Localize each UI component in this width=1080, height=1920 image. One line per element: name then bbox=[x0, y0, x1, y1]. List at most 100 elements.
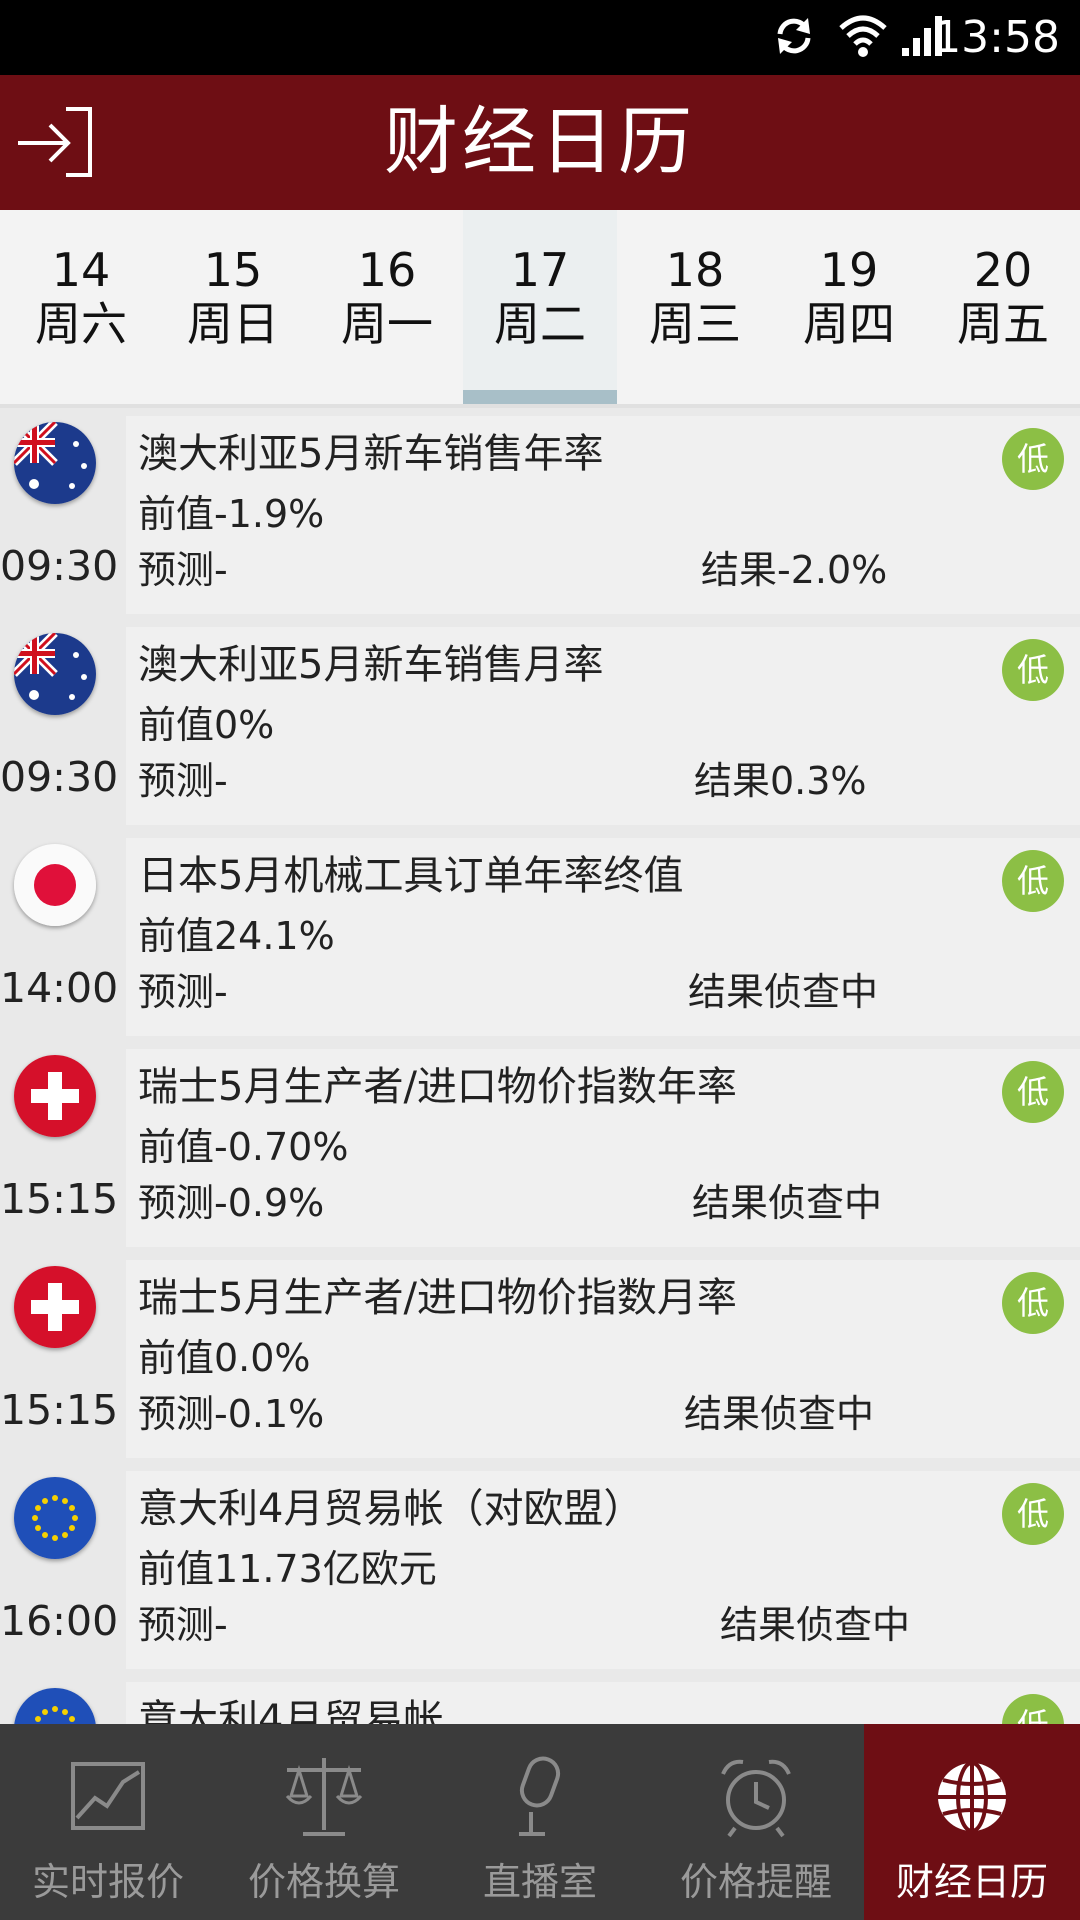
event-forecast: 预测- bbox=[138, 759, 228, 803]
event-name: 澳大利亚5月新车销售年率 bbox=[138, 431, 604, 477]
event-card[interactable]: 澳大利亚5月新车销售月率 前值0% 预测- 结果0.3% 低 bbox=[126, 627, 1080, 825]
switzerland-flag-icon bbox=[14, 1266, 96, 1348]
date-day: 18 bbox=[665, 243, 725, 297]
event-card[interactable]: 瑞士5月生产者/进口物价指数月率 前值0.0% 预测-0.1% 结果侦查中 低 bbox=[126, 1260, 1080, 1458]
event-result: 结果侦查中 bbox=[684, 1392, 875, 1436]
date-day: 14 bbox=[51, 243, 111, 297]
date-weekday: 周四 bbox=[803, 297, 895, 351]
event-name: 意大利4月贸易帐（对欧盟） bbox=[138, 1486, 644, 1532]
event-row[interactable]: 16:00 意大利4月贸易帐（对欧盟） 前值11.73亿欧元 预测- 结果侦查中… bbox=[0, 1467, 1080, 1669]
wifi-icon bbox=[839, 15, 887, 57]
date-weekday: 周日 bbox=[187, 297, 279, 351]
date-tab-15[interactable]: 15 周日 bbox=[156, 210, 310, 404]
nav-label: 价格换算 bbox=[247, 1860, 400, 1904]
importance-badge: 低 bbox=[1002, 428, 1064, 490]
nav-label: 直播室 bbox=[482, 1860, 597, 1904]
event-previous: 前值24.1% bbox=[138, 914, 335, 958]
event-result: 结果0.3% bbox=[694, 759, 867, 803]
event-time: 09:30 bbox=[0, 542, 119, 590]
event-time: 16:00 bbox=[0, 1597, 119, 1645]
event-card[interactable]: 日本5月机械工具订单年率终值 前值24.1% 预测- 结果侦查中 低 bbox=[126, 838, 1080, 1036]
event-name: 瑞士5月生产者/进口物价指数年率 bbox=[138, 1064, 737, 1110]
date-weekday: 周五 bbox=[957, 297, 1049, 351]
date-day: 20 bbox=[973, 243, 1033, 297]
nav-label: 实时报价 bbox=[31, 1860, 184, 1904]
date-day: 15 bbox=[203, 243, 263, 297]
nav-label: 财经日历 bbox=[895, 1860, 1048, 1904]
event-previous: 前值0% bbox=[138, 703, 275, 747]
page-title: 财经日历 bbox=[384, 99, 696, 185]
importance-badge: 低 bbox=[1002, 639, 1064, 701]
date-tab-16[interactable]: 16 周一 bbox=[310, 210, 464, 404]
event-time: 14:00 bbox=[0, 964, 119, 1012]
event-row[interactable]: 15:15 瑞士5月生产者/进口物价指数年率 前值-0.70% 预测-0.9% … bbox=[0, 1045, 1080, 1247]
nav-tab-calendar[interactable]: 财经日历 bbox=[864, 1724, 1080, 1920]
date-weekday: 周六 bbox=[35, 297, 127, 351]
alarm-clock-icon bbox=[721, 1759, 791, 1838]
event-time: 15:15 bbox=[0, 1386, 119, 1434]
nav-label: 价格提醒 bbox=[679, 1860, 832, 1904]
eu-flag-icon bbox=[14, 1477, 96, 1559]
event-row[interactable]: 15:15 瑞士5月生产者/进口物价指数月率 前值0.0% 预测-0.1% 结果… bbox=[0, 1256, 1080, 1458]
date-day: 19 bbox=[819, 243, 879, 297]
importance-badge: 低 bbox=[1002, 1272, 1064, 1334]
switzerland-flag-icon bbox=[14, 1055, 96, 1137]
event-row[interactable]: 09:30 澳大利亚5月新车销售年率 前值-1.9% 预测- 结果-2.0% 低 bbox=[0, 412, 1080, 614]
japan-flag-icon bbox=[14, 844, 96, 926]
event-name: 意大利4月贸易帐 bbox=[138, 1697, 444, 1724]
event-result: 结果侦查中 bbox=[688, 970, 879, 1014]
date-day: 17 bbox=[510, 243, 570, 297]
event-forecast: 预测- bbox=[138, 970, 228, 1014]
globe-icon bbox=[938, 1761, 1006, 1833]
date-tab-17[interactable]: 17 周二 bbox=[463, 210, 617, 404]
event-card[interactable]: 意大利4月贸易帐（对欧盟） 前值11.73亿欧元 预测- 结果侦查中 低 bbox=[126, 1471, 1080, 1669]
event-card[interactable]: 意大利4月贸易帐 低 bbox=[126, 1682, 1080, 1724]
event-previous: 前值0.0% bbox=[138, 1336, 311, 1380]
eu-flag-icon bbox=[14, 1688, 96, 1724]
event-card[interactable]: 澳大利亚5月新车销售年率 前值-1.9% 预测- 结果-2.0% 低 bbox=[126, 416, 1080, 614]
event-list[interactable]: 09:30 澳大利亚5月新车销售年率 前值-1.9% 预测- 结果-2.0% 低 bbox=[0, 412, 1080, 1724]
status-time: 13:58 bbox=[933, 12, 1060, 63]
importance-badge: 低 bbox=[1002, 1061, 1064, 1123]
event-result: 结果侦查中 bbox=[692, 1181, 883, 1225]
importance-badge: 低 bbox=[1002, 1694, 1064, 1724]
date-day: 16 bbox=[357, 243, 417, 297]
nav-tab-convert[interactable]: 价格换算 bbox=[216, 1724, 432, 1920]
date-tab-19[interactable]: 19 周四 bbox=[772, 210, 926, 404]
australia-flag-icon bbox=[14, 633, 96, 715]
date-selector: 14 周六 15 周日 16 周一 17 周二 18 周三 19 周四 20 周… bbox=[0, 210, 1080, 408]
event-time: 15:15 bbox=[0, 1175, 119, 1223]
nav-tab-quotes[interactable]: 实时报价 bbox=[0, 1724, 216, 1920]
event-forecast: 预测-0.9% bbox=[138, 1181, 325, 1225]
nav-tab-live[interactable]: 直播室 bbox=[432, 1724, 648, 1920]
event-row[interactable]: 09:30 澳大利亚5月新车销售月率 前值0% 预测- 结果0.3% 低 bbox=[0, 623, 1080, 825]
event-card[interactable]: 瑞士5月生产者/进口物价指数年率 前值-0.70% 预测-0.9% 结果侦查中 … bbox=[126, 1049, 1080, 1247]
date-tab-18[interactable]: 18 周三 bbox=[618, 210, 772, 404]
importance-badge: 低 bbox=[1002, 1483, 1064, 1545]
scale-icon bbox=[285, 1758, 363, 1836]
chart-icon bbox=[71, 1762, 145, 1830]
date-weekday: 周二 bbox=[494, 297, 586, 351]
importance-badge: 低 bbox=[1002, 850, 1064, 912]
event-row[interactable]: 意大利4月贸易帐 低 bbox=[0, 1678, 1080, 1724]
date-tab-20[interactable]: 20 周五 bbox=[926, 210, 1080, 404]
event-result: 结果侦查中 bbox=[720, 1603, 911, 1647]
event-row[interactable]: 14:00 日本5月机械工具订单年率终值 前值24.1% 预测- 结果侦查中 低 bbox=[0, 834, 1080, 1036]
date-tab-14[interactable]: 14 周六 bbox=[4, 210, 158, 404]
bottom-nav: 实时报价 价格换算 直播室 价格提醒 财经日历 bbox=[0, 1724, 1080, 1920]
event-previous: 前值-1.9% bbox=[138, 492, 325, 536]
australia-flag-icon bbox=[14, 422, 96, 504]
event-forecast: 预测- bbox=[138, 1603, 228, 1647]
event-forecast: 预测-0.1% bbox=[138, 1392, 325, 1436]
event-result: 结果-2.0% bbox=[701, 548, 888, 592]
sync-icon bbox=[777, 18, 811, 54]
date-weekday: 周一 bbox=[341, 297, 433, 351]
microphone-icon bbox=[519, 1756, 561, 1836]
event-name: 澳大利亚5月新车销售月率 bbox=[138, 642, 604, 688]
nav-tab-alerts[interactable]: 价格提醒 bbox=[648, 1724, 864, 1920]
event-name: 日本5月机械工具订单年率终值 bbox=[138, 853, 684, 899]
event-name: 瑞士5月生产者/进口物价指数月率 bbox=[138, 1275, 737, 1321]
event-forecast: 预测- bbox=[138, 548, 228, 592]
app-screen: 13:58 财经日历 14 周六 15 周日 16 周一 17 周二 18 周三 bbox=[0, 0, 1080, 1920]
event-previous: 前值-0.70% bbox=[138, 1125, 349, 1169]
